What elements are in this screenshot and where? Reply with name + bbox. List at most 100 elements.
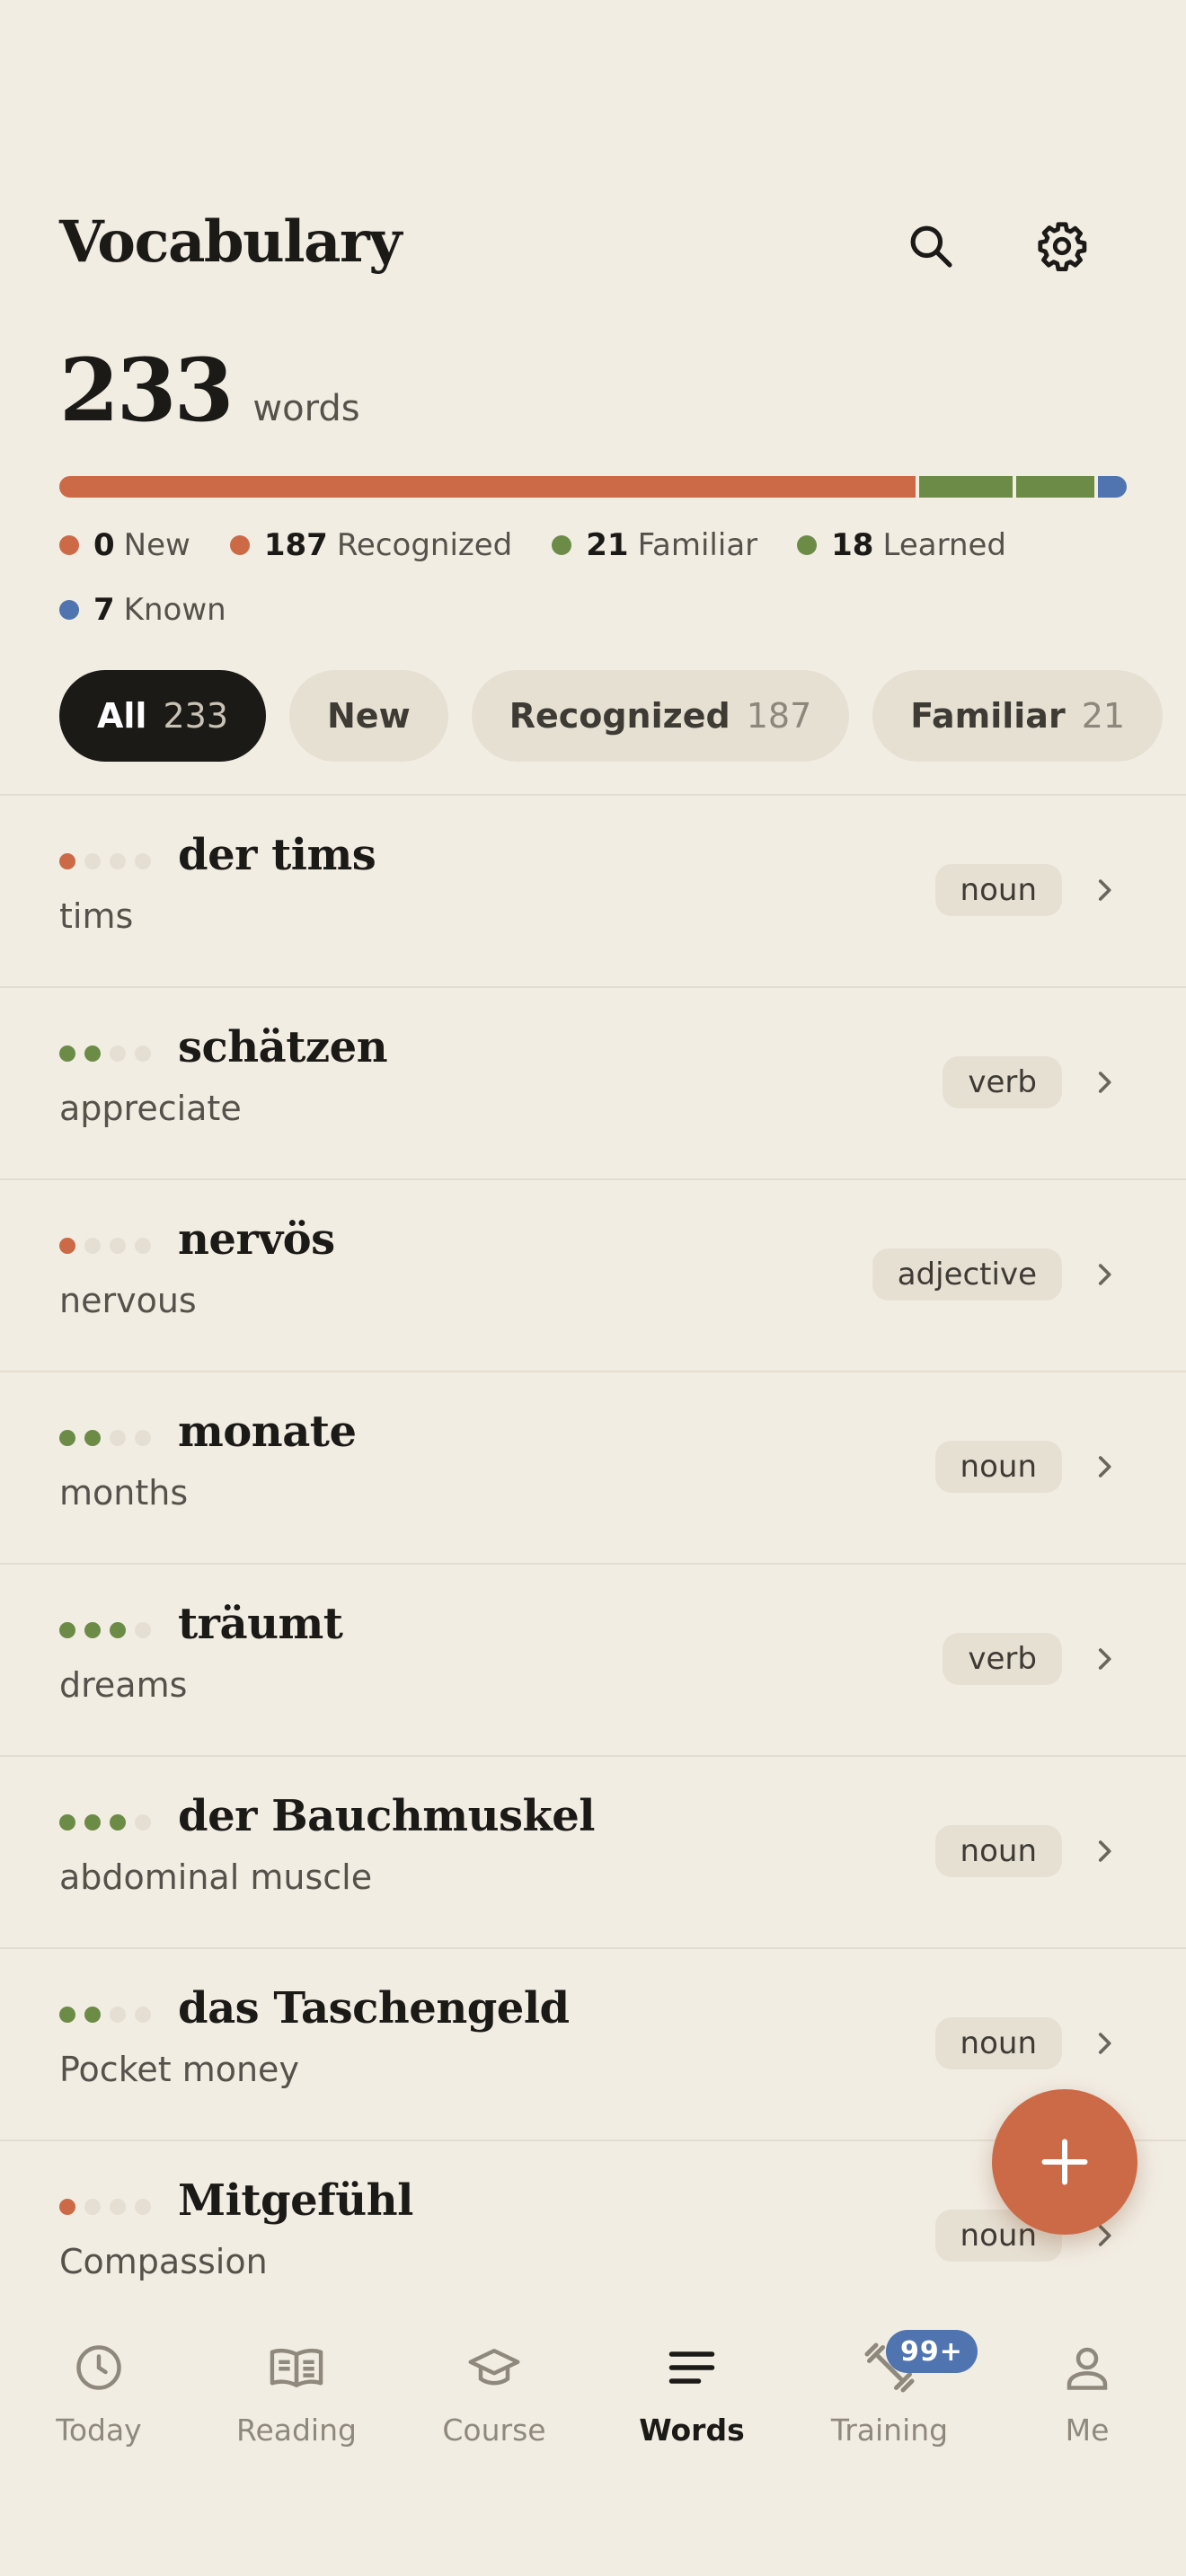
part-of-speech-tag: verb <box>943 1056 1062 1108</box>
word-translation: Compassion <box>59 2242 268 2281</box>
stage-dot <box>135 1430 151 1446</box>
legend-label-familiar: Familiar <box>637 527 758 563</box>
word-count-number: 233 <box>59 340 234 441</box>
word-count-unit: words <box>252 388 360 429</box>
word-text: träumt <box>178 1599 343 1649</box>
word-row[interactable]: der Bauchmuskel abdominal muscle noun <box>0 1757 1186 1949</box>
filter-chips: All233NewRecognized187Familiar21Learned1… <box>59 670 1186 762</box>
legend-item-familiar: 21 Familiar <box>552 526 757 564</box>
part-of-speech-tag: noun <box>934 1825 1062 1877</box>
filter-chip-count: 21 <box>1081 696 1126 736</box>
legend-label-known: Known <box>123 592 226 628</box>
nav-me[interactable]: Me <box>988 2335 1186 2448</box>
filter-chip-recognized[interactable]: Recognized 187 <box>471 670 850 762</box>
legend-dot-known <box>59 600 79 620</box>
word-translation: dreams <box>59 1665 188 1705</box>
word-row[interactable]: nervös nervous adjective <box>0 1180 1186 1372</box>
word-row[interactable]: träumt dreams verb <box>0 1565 1186 1757</box>
progress-segment-known <box>1094 476 1127 498</box>
filter-chip-label: New <box>327 696 411 736</box>
legend-count-learned: 18 <box>831 527 874 563</box>
word-translation: tims <box>59 896 134 936</box>
legend-item-recognized: 187 Recognized <box>229 526 513 564</box>
filter-chip-all[interactable]: All 233 <box>59 670 266 762</box>
legend-label-recognized: Recognized <box>336 527 513 563</box>
stage-indicator <box>59 1430 151 1446</box>
stage-indicator <box>59 853 151 869</box>
chevron-right-icon <box>1089 1836 1120 1866</box>
stage-dot <box>135 2007 151 2023</box>
legend-count-known: 7 <box>93 592 115 628</box>
legend-dot-familiar <box>552 535 572 555</box>
stage-dot <box>84 1814 101 1831</box>
stage-indicator <box>59 2199 151 2215</box>
stage-dot <box>59 853 75 869</box>
vocabulary-screen: Vocabulary 233 words 0 New 187 Recognized 21… <box>0 0 1186 2576</box>
word-text: nervös <box>178 1214 335 1265</box>
person-icon <box>1055 2335 1120 2400</box>
stage-dot <box>135 853 151 869</box>
stage-dot <box>84 1622 101 1638</box>
gear-icon <box>1038 222 1087 272</box>
word-row[interactable]: das Taschengeld Pocket money noun <box>0 1949 1186 2141</box>
filter-chip-label: Familiar <box>910 696 1066 736</box>
stage-dot <box>135 1238 151 1254</box>
chevron-right-icon <box>1089 1644 1120 1674</box>
legend-item-known: 7 Known <box>59 591 226 629</box>
word-text: Mitgefühl <box>178 2175 413 2226</box>
stage-dot <box>59 1238 75 1254</box>
progress-bar <box>59 476 1127 498</box>
word-row[interactable]: schätzen appreciate verb <box>0 988 1186 1180</box>
word-row[interactable]: der tims tims noun <box>0 796 1186 988</box>
add-word-button[interactable] <box>992 2089 1137 2235</box>
word-row[interactable]: monate months noun <box>0 1372 1186 1565</box>
nav-words-label: Words <box>639 2413 745 2448</box>
legend-count-familiar: 21 <box>586 527 629 563</box>
filter-chip-label: All <box>97 696 147 736</box>
part-of-speech-tag: verb <box>943 1633 1062 1685</box>
nav-today[interactable]: Today <box>0 2335 198 2448</box>
legend-label-new: New <box>123 527 190 563</box>
filter-chip-familiar[interactable]: Familiar 21 <box>872 670 1164 762</box>
stage-dot <box>135 1622 151 1638</box>
bottom-nav: Today Reading Course Words Training Me <box>0 2335 1186 2448</box>
word-translation: months <box>59 1473 189 1513</box>
progress-segment-learned <box>1012 476 1095 498</box>
chevron-right-icon <box>1089 1067 1120 1098</box>
legend-dot-recognized <box>229 535 250 555</box>
stage-dot <box>110 1430 126 1446</box>
stage-dot <box>84 1430 101 1446</box>
chevron-right-icon <box>1089 875 1120 905</box>
stage-dot <box>84 2199 101 2215</box>
lines-icon <box>659 2335 724 2400</box>
clock-icon <box>66 2335 131 2400</box>
page-title: Vocabulary <box>59 208 402 276</box>
part-of-speech-tag: noun <box>934 1441 1062 1493</box>
legend-dot-new <box>59 535 79 555</box>
word-list: der tims tims noun schätzen appreciate verb ne… <box>0 794 1186 2333</box>
stage-dot <box>59 1430 75 1446</box>
word-translation: Pocket money <box>59 2050 299 2089</box>
progress-legend: 0 New 187 Recognized 21 Familiar 18 Learned 7 Kno… <box>59 526 1127 629</box>
nav-words[interactable]: Words <box>593 2335 791 2448</box>
stage-indicator <box>59 1814 151 1831</box>
stage-dot <box>135 1814 151 1831</box>
book-icon <box>264 2335 329 2400</box>
search-icon <box>910 225 952 268</box>
stage-dot <box>110 1238 126 1254</box>
legend-item-new: 0 New <box>59 526 190 564</box>
progress-segment-recognized <box>59 476 916 498</box>
settings-button[interactable] <box>1026 210 1098 282</box>
filter-chip-new[interactable]: New <box>289 670 448 762</box>
nav-me-label: Me <box>1065 2413 1110 2448</box>
stage-dot <box>110 1622 126 1638</box>
nav-reading-label: Reading <box>236 2413 357 2448</box>
chevron-right-icon <box>1089 1451 1120 1482</box>
word-translation: abdominal muscle <box>59 1857 373 1897</box>
nav-course[interactable]: Course <box>395 2335 593 2448</box>
progress-segment-familiar <box>916 476 1013 498</box>
filter-chip-label: Recognized <box>509 696 730 736</box>
nav-reading[interactable]: Reading <box>198 2335 395 2448</box>
search-button[interactable] <box>895 210 967 282</box>
stage-dot <box>59 1622 75 1638</box>
